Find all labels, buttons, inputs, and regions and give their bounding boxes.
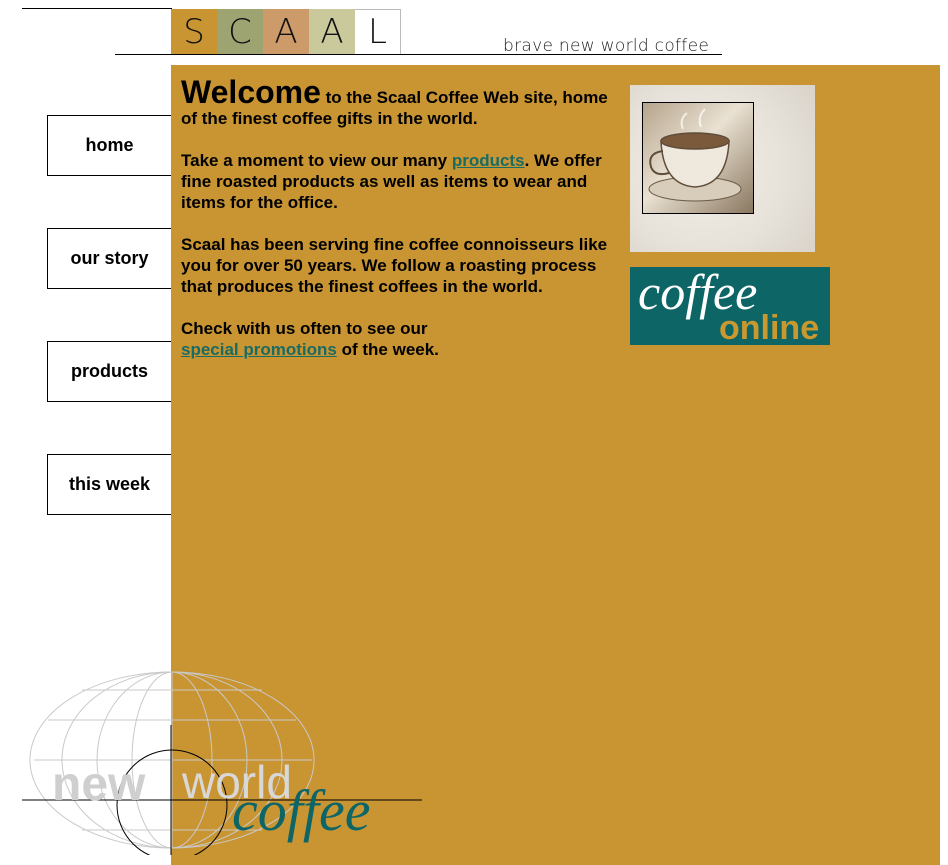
- welcome-heading: Welcome: [181, 74, 321, 110]
- scaal-logo[interactable]: SCAAL: [171, 0, 403, 60]
- history-paragraph: Scaal has been serving fine coffee conno…: [181, 235, 608, 296]
- para4-text-start: Check with us often to see our: [181, 319, 428, 338]
- para2-text-start: Take a moment to view our many: [181, 151, 452, 170]
- footer-coffee-text: coffee: [232, 778, 371, 843]
- logo-letter-tile: S: [171, 9, 217, 54]
- coffee-cup-icon: [648, 108, 742, 202]
- tagline: brave new world coffee: [503, 36, 710, 56]
- footer-new-text: new: [52, 758, 146, 811]
- logo-letter-tile: L: [355, 9, 401, 54]
- nav-our-story-button[interactable]: our story: [47, 228, 171, 289]
- logo-letter-tile: C: [217, 9, 263, 54]
- nav-this-week-button[interactable]: this week: [47, 454, 171, 515]
- coffee-online-badge[interactable]: coffee online: [630, 267, 830, 345]
- logo-letter-tile: A: [263, 9, 309, 54]
- header-top-rule: [22, 8, 172, 9]
- coffee-cup-photo: [630, 85, 815, 252]
- welcome-content: Welcome to the Scaal Coffee Web site, ho…: [181, 76, 626, 381]
- para4-text-end: of the week.: [336, 340, 439, 359]
- products-paragraph: Take a moment to view our many products.…: [181, 150, 626, 213]
- nav-home-button[interactable]: home: [47, 115, 171, 176]
- logo-letter-tile: A: [309, 9, 355, 54]
- intro-paragraph: Welcome to the Scaal Coffee Web site, ho…: [181, 76, 626, 129]
- products-link[interactable]: products: [452, 151, 525, 170]
- promotions-paragraph: Check with us often to see our special p…: [181, 318, 443, 360]
- badge-online-text: online: [719, 309, 820, 345]
- nav-products-button[interactable]: products: [47, 341, 171, 402]
- new-world-coffee-logo: new world coffee: [22, 665, 422, 855]
- coffee-cup-image: [642, 102, 754, 214]
- special-promotions-link[interactable]: special promotions: [181, 340, 337, 359]
